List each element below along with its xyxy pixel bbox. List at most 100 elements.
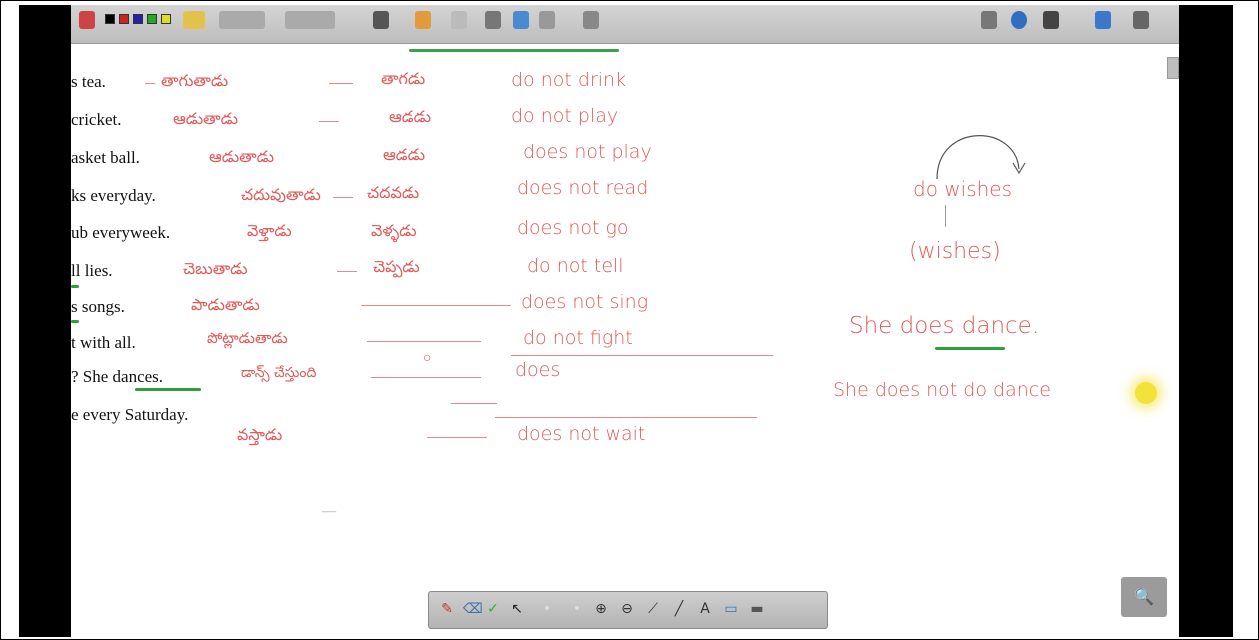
dash [427, 437, 487, 438]
dash [451, 403, 497, 404]
telugu-affirm-7: పాడుతాడు [191, 295, 260, 314]
note-wishes-paren: (wishes) [909, 239, 1001, 264]
sentence-10: e every Saturday. [71, 405, 189, 424]
note-do-wishes: do wishes [913, 177, 1013, 201]
telugu-affirm-1: తాగుతాడు [161, 71, 229, 90]
sentence-4: ks everyday. [71, 186, 156, 205]
bottom-toolbar: ✎ ⌫ ✓ ↖ • • ⊕ ⊖ ⟋ ╱ A ▭ ▬ [428, 591, 828, 629]
right-letterbox [1179, 5, 1233, 637]
shape-icon[interactable] [415, 11, 431, 29]
highlighter-icon[interactable] [183, 11, 205, 29]
english-neg-4: does not read [517, 177, 649, 199]
magnifier-button[interactable]: 🔍 [1121, 577, 1167, 617]
english-neg-6: do not tell [527, 255, 624, 277]
telugu-neg-3: ఆడడు [383, 145, 425, 164]
telugu-neg-4: చదవడు [367, 183, 420, 202]
dash [333, 197, 353, 198]
does-underline [935, 347, 1005, 350]
telugu-affirm-6: చెబుతాడు [183, 259, 248, 278]
text-tool-icon[interactable]: A [697, 600, 713, 618]
screen: s tea. cricket. asket ball. ks everyday.… [0, 0, 1259, 640]
small-circle-mark: ○ [423, 350, 432, 366]
sentence-8: t with all. [71, 333, 136, 352]
english-neg-2: do not play [511, 105, 619, 127]
sentence-7: s songs. [71, 297, 125, 316]
english-neg-8: do not fight [523, 327, 633, 349]
answer-line [511, 355, 773, 356]
english-neg-1: do not drink [511, 69, 627, 91]
dash [145, 83, 155, 84]
color-blue-swatch[interactable] [133, 14, 143, 24]
back-icon[interactable] [981, 11, 997, 29]
copy-icon[interactable] [485, 11, 501, 29]
english-neg-3: does not play [523, 141, 652, 163]
background-icon[interactable] [373, 11, 389, 29]
thickness-group[interactable] [285, 11, 335, 29]
undo-icon[interactable] [539, 11, 555, 29]
globe-icon[interactable] [1011, 11, 1027, 29]
telugu-neg-5: వెళ్ళడు [371, 221, 417, 240]
dash [319, 121, 339, 122]
note-example: She does dance. [849, 313, 1040, 339]
sentence-2: cricket. [71, 110, 122, 129]
straight-line-icon[interactable]: ╱ [671, 600, 687, 618]
pointer-tool-icon[interactable]: ↖ [509, 600, 525, 618]
sentence-5: ub everyweek. [71, 223, 171, 242]
pen-icon[interactable] [79, 11, 95, 29]
note-connector [945, 205, 946, 227]
settings-icon[interactable] [583, 11, 599, 29]
line-tool-icon[interactable]: ⟋ [645, 600, 661, 618]
sentence-6: ll lies. [71, 261, 113, 280]
pen-tool-icon[interactable]: ✎ [439, 600, 455, 618]
eraser-tool-icon[interactable]: ⌫ [463, 600, 483, 618]
color-black-swatch[interactable] [105, 14, 115, 24]
telugu-affirm-4: చదువుతాడు [241, 185, 321, 204]
laser-pointer [1135, 382, 1157, 404]
dances-underline [135, 388, 201, 391]
blank-line [367, 341, 481, 342]
telugu-neg-2: ఆడడు [389, 107, 431, 126]
telugu-affirm-3: ఆడుతాడు [209, 147, 275, 166]
dash [337, 271, 357, 272]
record-icon[interactable] [1095, 11, 1111, 29]
english-neg-10: does not wait [517, 423, 646, 445]
color-yellow-swatch[interactable] [161, 14, 171, 24]
clear-icon[interactable]: ▭ [723, 600, 739, 618]
blank-line [371, 377, 481, 378]
menu-icon[interactable]: ▬ [749, 600, 765, 618]
telugu-affirm-2: ఆడుతాడు [173, 109, 239, 128]
telugu-affirm-9: డాన్స్ చేస్తుంది [241, 365, 317, 381]
lies-underline [71, 285, 79, 288]
sentence-9: ? She dances. [71, 367, 164, 386]
telugu-affirm-5: వెళ్తాడు [247, 221, 292, 240]
sentence-1: s tea. [71, 72, 106, 91]
sentence-3: asket ball. [71, 148, 140, 167]
zoom-out-icon[interactable]: ⊖ [619, 600, 635, 618]
answer-line [495, 417, 757, 418]
color-green-swatch[interactable] [147, 14, 157, 24]
telugu-affirm-10: వస్తాడు [237, 425, 283, 444]
text-icon[interactable] [451, 11, 467, 29]
telugu-neg-1: తాగడు [381, 69, 426, 88]
dot-icon[interactable]: • [569, 600, 585, 618]
dot-icon[interactable]: • [539, 600, 555, 618]
fullscreen-icon[interactable] [1133, 11, 1149, 29]
whiteboard-canvas[interactable]: s tea. cricket. asket ball. ks everyday.… [71, 5, 1179, 637]
line-style-group[interactable] [219, 11, 265, 29]
english-neg-5: does not go [517, 217, 629, 239]
screenshot-icon[interactable] [1043, 11, 1059, 29]
english-neg-7: does not sing [521, 291, 649, 313]
zoom-in-icon[interactable]: ⊕ [593, 600, 609, 618]
scroll-up-button[interactable] [1167, 57, 1179, 79]
toolbar-underline [409, 49, 619, 52]
stray-mark: — [321, 501, 337, 520]
dash [329, 83, 353, 84]
left-letterbox [19, 5, 71, 637]
songs-underline [71, 320, 79, 323]
english-neg-9: does [515, 359, 561, 381]
paste-icon[interactable] [513, 11, 529, 29]
top-toolbar [71, 5, 1179, 44]
color-red-swatch[interactable] [119, 14, 129, 24]
marker-tool-icon[interactable]: ✓ [485, 600, 501, 618]
note-example-2: She does not do dance [833, 379, 1051, 401]
